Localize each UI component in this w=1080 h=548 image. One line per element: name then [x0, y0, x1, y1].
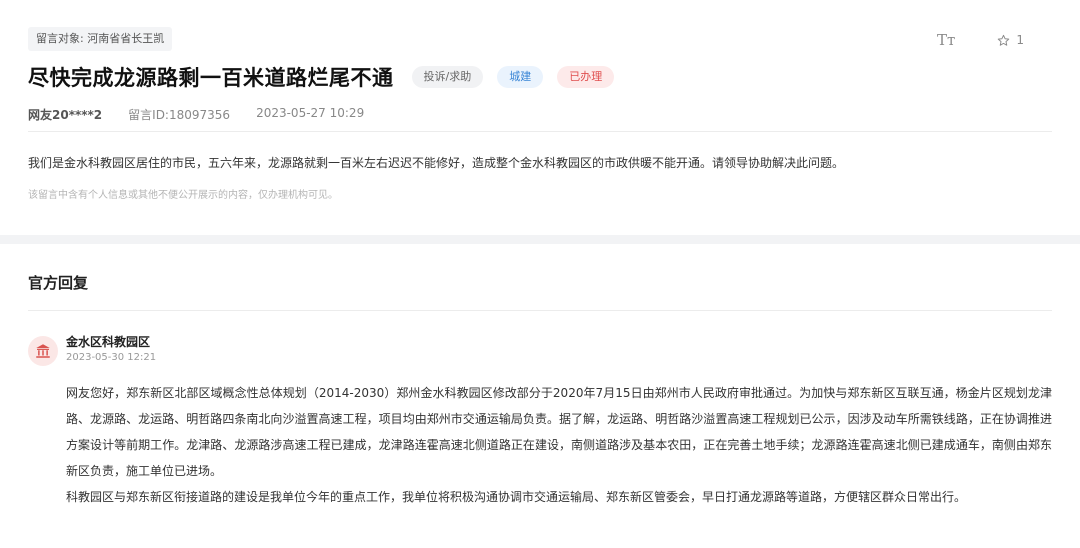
reply-card: 官方回复 金水区科教园区 2023-05-30 12:21 网友您好，郑东新区北… [0, 244, 1080, 548]
reply-section-title: 官方回复 [28, 274, 89, 292]
reply-org-name: 金水区科教园区 [66, 335, 151, 349]
message-id: 留言ID:18097356 [128, 108, 231, 122]
star-icon [998, 34, 1010, 46]
reply-divider [28, 310, 1052, 311]
font-size-icon: Tт [937, 31, 956, 49]
target-value: 河南省省长王凯 [87, 32, 165, 45]
category-badge: 投诉/求助 [411, 66, 484, 88]
reply-paragraph: 网友您好，郑东新区北部区域概念性总体规划（2014-2030）郑州金水科教园区修… [66, 386, 1052, 478]
reply-content: 网友您好，郑东新区北部区域概念性总体规划（2014-2030）郑州金水科教园区修… [66, 380, 1052, 510]
message-target-tag: 留言对象: 河南省省长王凯 [28, 27, 173, 51]
reply-datetime: 2023-05-30 12:21 [66, 352, 157, 363]
privacy-note: 该留言中含有个人信息或其他不便公开展示的内容，仅办理机构可见。 [28, 190, 338, 201]
message-tools: Tт 1 [937, 31, 1024, 49]
star-count: 1 [1016, 33, 1024, 47]
message-datetime: 2023-05-27 10:29 [256, 106, 365, 120]
status-badge: 已办理 [557, 66, 615, 88]
message-meta: 网友20****2 留言ID:18097356 2023-05-27 10:29 [28, 106, 364, 123]
message-card: 留言对象: 河南省省长王凯 Tт 1 尽快完成龙源路剩一百米道路烂尾不通 投诉/… [0, 0, 1080, 235]
author-name: 网友20****2 [28, 108, 103, 122]
message-body: 我们是金水科教园区居住的市民，五六年来，龙源路就剩一百米左右迟迟不能修好，造成整… [28, 156, 845, 170]
star-button[interactable]: 1 [997, 33, 1024, 47]
title-row: 尽快完成龙源路剩一百米道路烂尾不通 投诉/求助 城建 已办理 [28, 62, 615, 92]
message-title: 尽快完成龙源路剩一百米道路烂尾不通 [28, 66, 394, 90]
domain-badge: 城建 [497, 66, 544, 88]
government-building-icon [28, 336, 58, 366]
font-size-button[interactable]: Tт [937, 31, 955, 49]
reply-paragraph: 科教园区与郑东新区衔接道路的建设是我单位今年的重点工作，我单位将积极沟通协调市交… [66, 490, 967, 504]
meta-divider [28, 131, 1052, 132]
target-label: 留言对象: [36, 32, 84, 45]
